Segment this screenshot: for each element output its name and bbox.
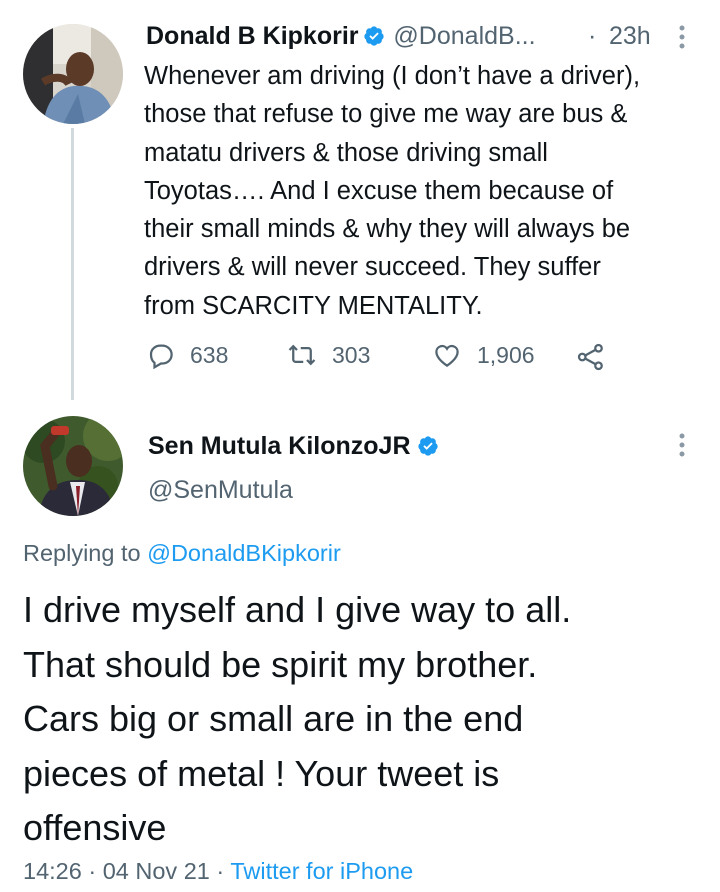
relative-time[interactable]: 23h	[609, 22, 651, 51]
like-button[interactable]: 1,906	[431, 340, 535, 370]
tweet-time[interactable]: 14:26	[23, 858, 82, 884]
time-separator: ·	[588, 22, 597, 50]
text-line: from SCARCITY MENTALITY.	[144, 291, 483, 320]
tweet-parent-text: Whenever am driving (I don’t have a driv…	[144, 57, 704, 325]
handle[interactable]: @DonaldB...	[393, 22, 535, 50]
text-line: That should be spirit my brother.	[23, 643, 538, 685]
reply-count: 638	[190, 341, 229, 368]
replying-prefix: Replying to	[23, 540, 141, 566]
retweet-icon	[288, 344, 316, 366]
text-line: those that refuse to give me way are bus…	[144, 100, 628, 129]
retweet-count: 303	[332, 341, 371, 368]
replying-to: Replying to @DonaldBKipkorir	[23, 540, 341, 567]
avatar-mutula[interactable]	[23, 416, 123, 516]
reply-icon	[149, 344, 173, 370]
replying-to-link[interactable]: @DonaldBKipkorir	[147, 540, 341, 566]
meta-separator: ·	[88, 858, 97, 884]
tweet-date[interactable]: 04 Nov 21	[103, 858, 210, 884]
meta-separator: ·	[216, 858, 225, 884]
share-icon[interactable]	[576, 342, 606, 377]
text-line: Cars big or small are in the end	[23, 698, 524, 739]
like-count: 1,906	[477, 341, 535, 368]
display-name[interactable]: Donald B Kipkorir	[146, 22, 359, 50]
verified-badge-icon	[417, 432, 439, 460]
text-line: pieces of metal ! Your tweet is	[23, 752, 500, 794]
text-line: matatu drivers & those driving small	[144, 138, 548, 167]
thread-line	[71, 128, 74, 400]
avatar-donald[interactable]	[23, 24, 123, 124]
text-line: Whenever am driving (I don’t have a driv…	[144, 62, 641, 90]
display-name-text[interactable]: Sen Mutula KilonzoJR	[148, 432, 411, 460]
handle[interactable]: @SenMutula	[148, 476, 293, 505]
text-line: their small minds & why they will always…	[144, 215, 631, 244]
verified-badge-icon	[363, 26, 389, 48]
reply-button[interactable]: 638	[146, 340, 228, 370]
text-line: Toyotas…. And I excuse them because of	[144, 176, 614, 205]
tweet-source[interactable]: Twitter for iPhone	[230, 858, 413, 884]
action-bar: 638 303 1,906	[146, 338, 616, 374]
more-options-icon[interactable]	[676, 24, 688, 50]
retweet-button[interactable]: 303	[286, 340, 370, 370]
text-line: I drive myself and I give way to all.	[23, 589, 572, 630]
more-options-icon[interactable]	[676, 432, 688, 458]
text-line: drivers & will never succeed. They suffe…	[144, 253, 601, 282]
like-icon	[435, 344, 459, 367]
tweet-focused-text: I drive myself and I give way to all. Th…	[23, 583, 713, 856]
text-line: offensive	[23, 807, 167, 848]
display-name: Sen Mutula KilonzoJR	[148, 432, 439, 461]
tweet-metadata: 14:26 · 04 Nov 21 · Twitter for iPhone	[23, 858, 413, 885]
